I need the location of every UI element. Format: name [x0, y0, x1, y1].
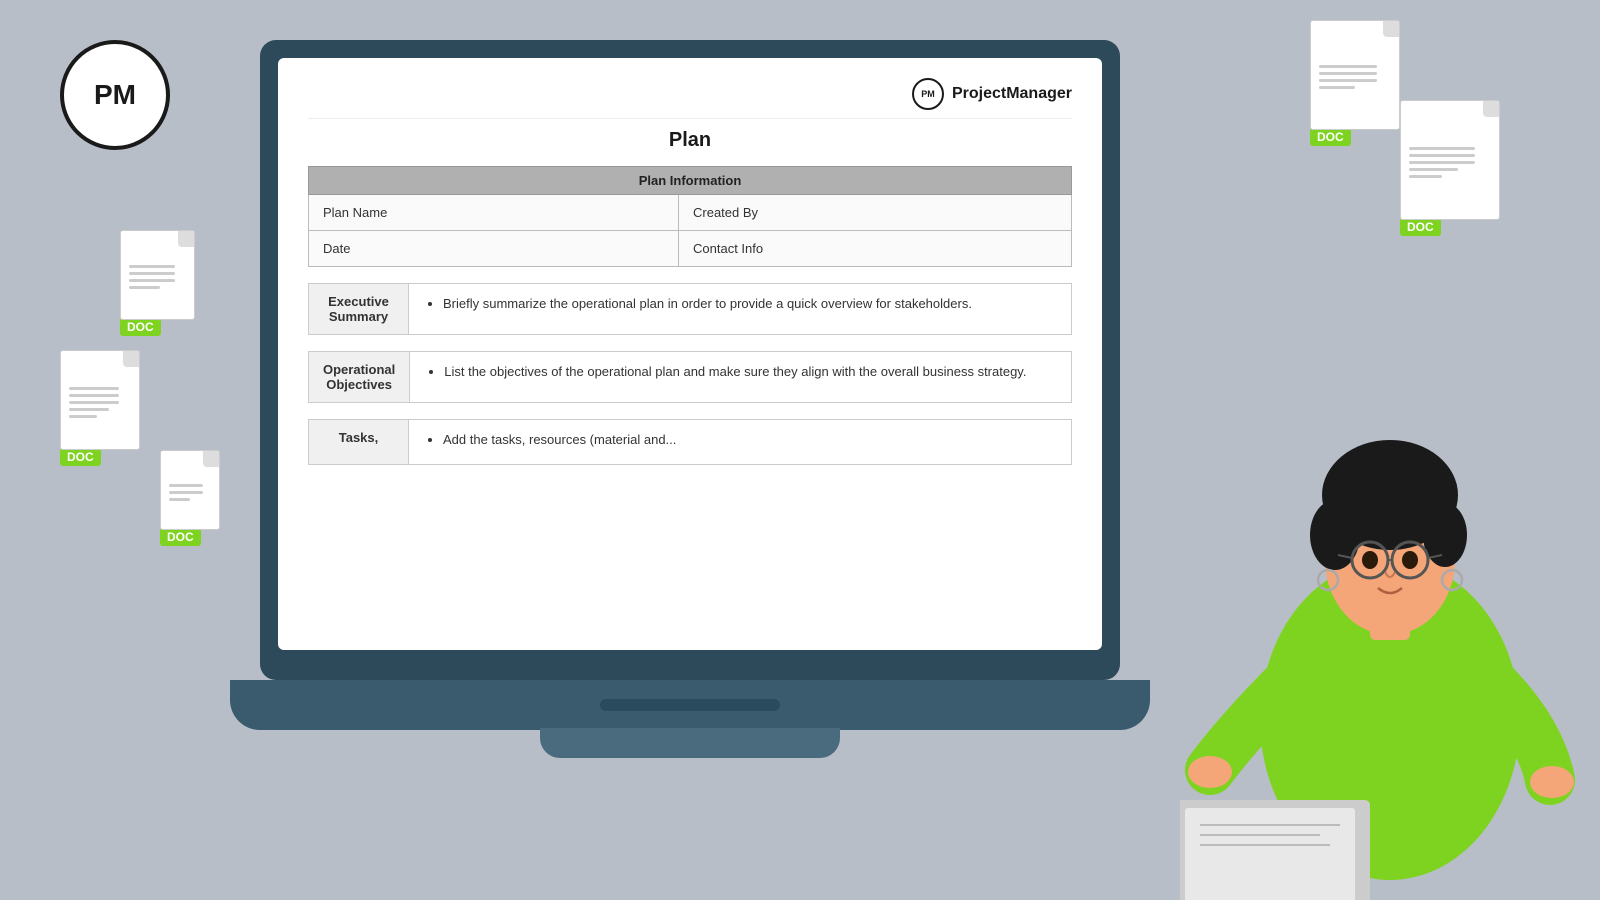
doc-badge: DOC — [60, 448, 101, 466]
doc-title: Plan — [308, 129, 1072, 152]
list-item: Add the tasks, resources (material and..… — [443, 430, 1057, 450]
section-content-tasks: Add the tasks, resources (material and..… — [409, 420, 1072, 465]
table-row: ExecutiveSummary Briefly summarize the o… — [309, 284, 1072, 335]
doc-paper — [120, 230, 195, 320]
doc-paper — [1310, 20, 1400, 130]
table-row: OperationalObjectives List the objective… — [309, 352, 1072, 403]
laptop-stand — [540, 728, 840, 758]
date-label: Date — [309, 231, 679, 267]
doc-badge: DOC — [160, 528, 201, 546]
executive-summary-section: ExecutiveSummary Briefly summarize the o… — [308, 283, 1072, 335]
section-label-exec: ExecutiveSummary — [309, 284, 409, 335]
doc-header: PM ProjectManager — [308, 78, 1072, 119]
contact-info-label: Contact Info — [679, 231, 1072, 267]
plan-info-header: Plan Information — [309, 167, 1072, 195]
section-content-ops: List the objectives of the operational p… — [410, 352, 1072, 403]
table-row: Plan Name Created By — [309, 195, 1072, 231]
table-row: Tasks, Add the tasks, resources (materia… — [309, 420, 1072, 465]
doc-paper — [60, 350, 140, 450]
laptop-screen-frame: PM ProjectManager Plan Plan Information — [260, 40, 1120, 680]
doc-badge: DOC — [1310, 128, 1351, 146]
pm-brand-name: ProjectManager — [952, 85, 1072, 103]
doc-paper — [1400, 100, 1500, 220]
section-content-exec: Briefly summarize the operational plan i… — [409, 284, 1072, 335]
doc-badge: DOC — [1400, 218, 1441, 236]
pm-brand: PM ProjectManager — [912, 78, 1072, 110]
list-item: Briefly summarize the operational plan i… — [443, 294, 1057, 314]
doc-paper — [160, 450, 220, 530]
doc-float-mid-left-2: DOC — [60, 350, 140, 466]
doc-float-mid-left-3: DOC — [160, 450, 220, 546]
laptop-wrapper: PM ProjectManager Plan Plan Information — [260, 40, 1140, 760]
doc-float-mid-left-1: DOC — [120, 230, 195, 336]
table-row: Date Contact Info — [309, 231, 1072, 267]
pm-brand-circle: PM — [912, 78, 944, 110]
operational-objectives-section: OperationalObjectives List the objective… — [308, 351, 1072, 403]
section-label-ops: OperationalObjectives — [309, 352, 410, 403]
created-by-label: Created By — [679, 195, 1072, 231]
person-illustration — [1180, 300, 1600, 900]
doc-float-top-right-2: DOC — [1400, 100, 1500, 236]
doc-float-top-right-1: DOC — [1310, 20, 1400, 146]
doc-content: PM ProjectManager Plan Plan Information — [278, 58, 1102, 501]
laptop-notch — [600, 699, 780, 711]
section-label-tasks: Tasks, — [309, 420, 409, 465]
list-item: List the objectives of the operational p… — [444, 362, 1057, 382]
doc-badge: DOC — [120, 318, 161, 336]
plan-name-label: Plan Name — [309, 195, 679, 231]
pm-logo: PM — [60, 40, 170, 150]
tasks-section: Tasks, Add the tasks, resources (materia… — [308, 419, 1072, 465]
plan-info-table: Plan Information Plan Name Created By Da… — [308, 166, 1072, 267]
laptop-base — [230, 680, 1150, 730]
laptop-screen: PM ProjectManager Plan Plan Information — [278, 58, 1102, 650]
